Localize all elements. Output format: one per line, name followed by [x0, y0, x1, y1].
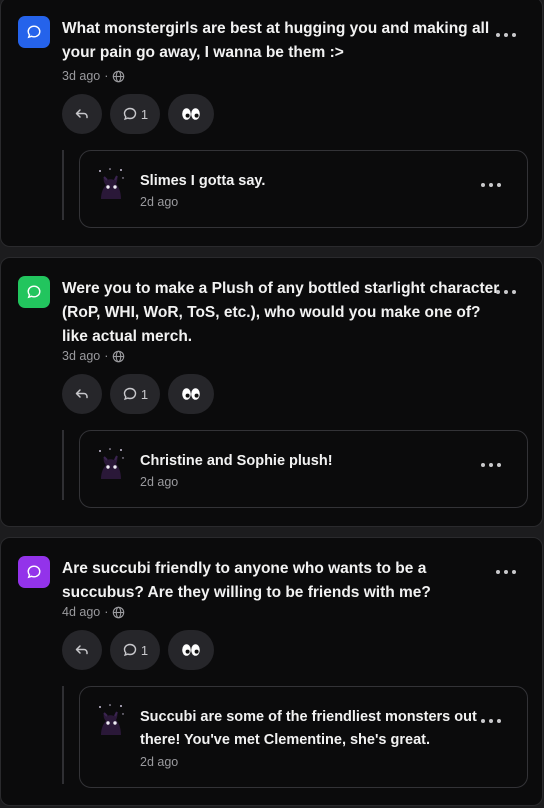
comments-button[interactable]: 1 [110, 374, 160, 414]
question-text: Are succubi friendly to anyone who wants… [62, 560, 431, 601]
reply-arrow-icon [75, 389, 88, 399]
answer-age: 2d ago [140, 475, 179, 489]
comment-icon [123, 387, 137, 401]
question-text: What monstergirls are best at hugging yo… [62, 20, 490, 61]
meta-separator: · [104, 69, 109, 83]
comments-button[interactable]: 1 [110, 94, 160, 134]
question-meta: 3d ago · [62, 69, 125, 83]
answer-text: Christine and Sophie plush! [140, 453, 333, 469]
reply-arrow-icon [75, 645, 88, 655]
answer-card[interactable]: Slimes I gotta say. 2d ago [79, 150, 528, 228]
answer-more-options-button[interactable] [481, 178, 501, 192]
question-card: Were you to make a Plush of any bottled … [0, 257, 543, 527]
question-meta: 3d ago · [62, 349, 125, 363]
avatar [99, 168, 124, 199]
comment-count: 1 [140, 386, 149, 402]
question-feed: What monstergirls are best at hugging yo… [0, 0, 544, 808]
eyes-icon [182, 108, 200, 120]
action-buttons: 1 [62, 630, 214, 670]
meta-separator: · [104, 605, 109, 619]
reply-button[interactable] [62, 374, 102, 414]
more-options-button[interactable] [496, 28, 516, 42]
comments-button[interactable]: 1 [110, 630, 160, 670]
reply-arrow-icon [75, 109, 88, 119]
globe-icon [113, 70, 125, 82]
answer-more-options-button[interactable] [481, 714, 501, 728]
reply-button[interactable] [62, 94, 102, 134]
action-buttons: 1 [62, 94, 214, 134]
answer-card[interactable]: Succubi are some of the friendliest mons… [79, 686, 528, 788]
comment-icon [123, 107, 137, 121]
question-card: What monstergirls are best at hugging yo… [0, 0, 543, 247]
avatar [99, 448, 124, 479]
comment-count: 1 [140, 642, 149, 658]
question-text: Were you to make a Plush of any bottled … [62, 280, 500, 345]
thread-line [62, 150, 64, 220]
answer-card[interactable]: Christine and Sophie plush! 2d ago [79, 430, 528, 508]
question-meta: 4d ago · [62, 605, 125, 619]
eyes-icon [182, 644, 200, 656]
question-card: Are succubi friendly to anyone who wants… [0, 537, 543, 806]
answer-age: 2d ago [140, 195, 179, 209]
globe-icon [113, 350, 125, 362]
more-options-button[interactable] [496, 565, 516, 579]
question-age: 3d ago [62, 349, 101, 363]
question-age: 3d ago [62, 69, 101, 83]
reply-button[interactable] [62, 630, 102, 670]
thread-line [62, 686, 64, 784]
globe-icon [113, 606, 125, 618]
answer-text: Succubi are some of the friendliest mons… [140, 709, 477, 748]
action-buttons: 1 [62, 374, 214, 414]
answer-more-options-button[interactable] [481, 458, 501, 472]
thread-line [62, 430, 64, 500]
question-age: 4d ago [62, 605, 101, 619]
eyes-reaction-button[interactable] [168, 374, 214, 414]
meta-separator: · [104, 349, 109, 363]
comment-count: 1 [140, 106, 149, 122]
answer-age: 2d ago [140, 755, 179, 769]
eyes-reaction-button[interactable] [168, 630, 214, 670]
chat-bubble-icon [18, 16, 50, 48]
comment-icon [123, 643, 137, 657]
eyes-reaction-button[interactable] [168, 94, 214, 134]
chat-bubble-icon [18, 276, 50, 308]
eyes-icon [182, 388, 200, 400]
answer-text: Slimes I gotta say. [140, 173, 266, 189]
avatar [99, 704, 124, 735]
chat-bubble-icon [18, 556, 50, 588]
more-options-button[interactable] [496, 285, 516, 299]
